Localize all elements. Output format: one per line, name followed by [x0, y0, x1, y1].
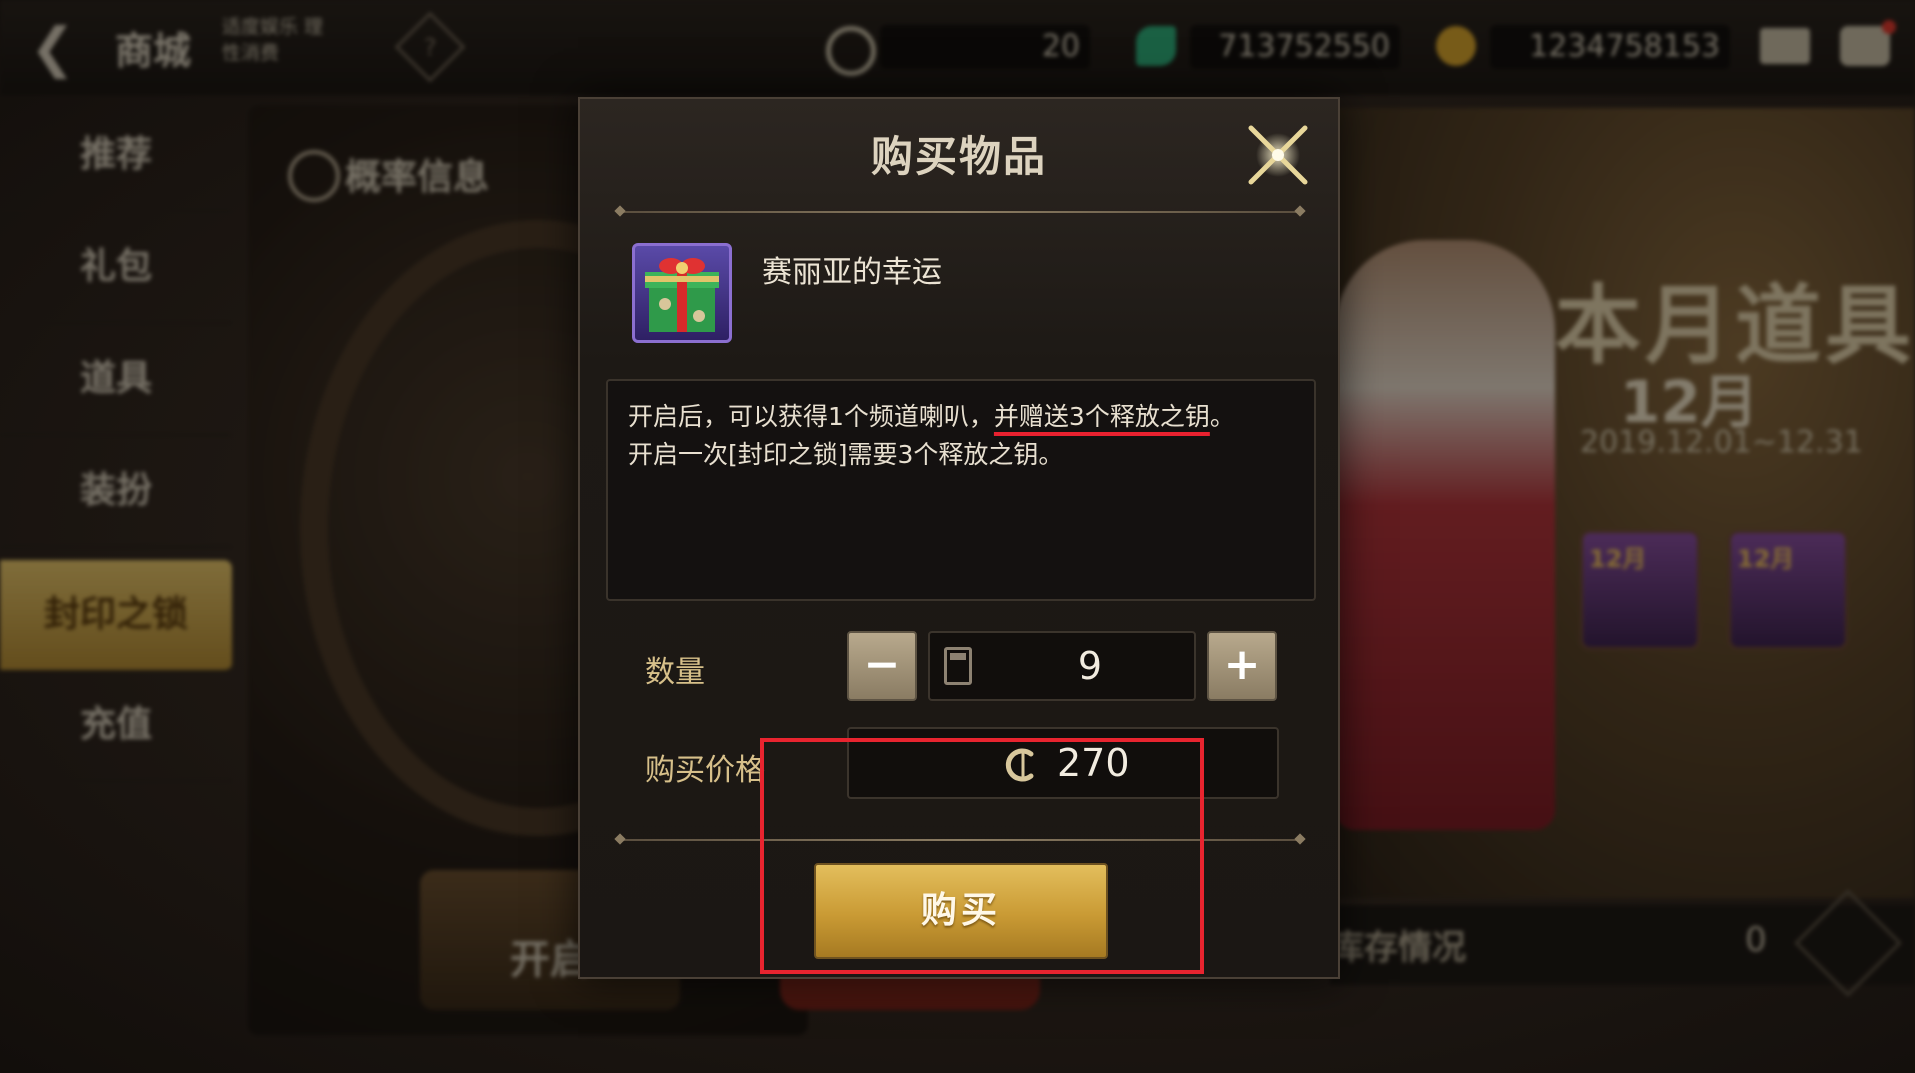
- description-highlight: 并赠送3个释放之钥: [993, 402, 1210, 431]
- category-sidebar: 推荐 礼包 道具 装扮 封印之锁 充值: [0, 100, 232, 800]
- quantity-input[interactable]: 9: [928, 631, 1196, 701]
- currency-gem: 713752550: [1190, 25, 1400, 69]
- close-icon: [1248, 125, 1308, 185]
- banner-character-image: [1335, 240, 1555, 830]
- buy-button[interactable]: 购买: [814, 863, 1108, 959]
- banner-item-1[interactable]: 12月: [1580, 530, 1700, 650]
- description-line-2: 开启一次[封印之锁]需要3个释放之钥。: [628, 440, 1064, 469]
- chat-icon[interactable]: [1840, 26, 1890, 66]
- quantity-label: 数量: [645, 655, 705, 690]
- top-divider: [620, 211, 1300, 213]
- shop-subtitle: 适度娱乐 理性消费: [222, 16, 324, 64]
- notification-dot: [1882, 20, 1896, 34]
- price-label: 购买价格: [645, 753, 765, 788]
- c-coin-icon: [1005, 748, 1034, 782]
- currency-gold-value: 1234758153: [1529, 29, 1720, 64]
- currency-gem-value: 713752550: [1218, 29, 1390, 64]
- description-line-1: 开启后，可以获得1个频道喇叭，并赠送3个释放之钥。: [628, 397, 1235, 433]
- decrease-quantity-button[interactable]: −: [847, 631, 917, 701]
- sidebar-item-seal-lock[interactable]: 封印之锁: [0, 560, 232, 672]
- item-name: 赛丽亚的幸运: [762, 255, 942, 290]
- help-icon[interactable]: ?: [394, 11, 466, 83]
- stock-count: 0: [1745, 920, 1767, 960]
- gift-box-icon: [632, 243, 732, 343]
- close-button[interactable]: [1240, 117, 1316, 193]
- banner-item-2[interactable]: 12月: [1728, 530, 1848, 650]
- bottom-divider: [620, 839, 1300, 841]
- c-coin-icon: [826, 26, 876, 76]
- gold-coin-icon: [1436, 26, 1476, 66]
- increase-quantity-button[interactable]: +: [1207, 631, 1277, 701]
- screen: ❮ 商城 适度娱乐 理性消费 ? 20 713752550 1234758153…: [0, 0, 1915, 1073]
- purchase-dialog: 购买物品 赛丽亚的幸运 开启后，可以获得1个频道喇叭，并赠送3个释放之钥。 开启…: [578, 97, 1340, 979]
- currency-gold: 1234758153: [1490, 25, 1730, 69]
- price-value: 270: [1057, 741, 1130, 785]
- sidebar-item-packages[interactable]: 礼包: [0, 212, 232, 324]
- dialog-title: 购买物品: [870, 132, 1047, 181]
- item-description: 开启后，可以获得1个频道喇叭，并赠送3个释放之钥。 开启一次[封印之锁]需要3个…: [606, 379, 1316, 601]
- probability-icon[interactable]: [288, 150, 340, 202]
- top-bar: ❮ 商城 适度娱乐 理性消费 ? 20 713752550 1234758153: [0, 0, 1915, 95]
- calculator-icon[interactable]: [944, 647, 972, 685]
- shop-title: 商城: [115, 29, 192, 73]
- sidebar-item-recommend[interactable]: 推荐: [0, 100, 232, 212]
- stock-label: 库存情况: [1330, 928, 1466, 968]
- quantity-value: 9: [1077, 644, 1103, 688]
- description-line-1-suffix: 。: [1209, 402, 1235, 431]
- back-arrow-icon[interactable]: ❮: [30, 18, 90, 78]
- currency-c-coin: 20: [880, 25, 1090, 69]
- sidebar-item-items[interactable]: 道具: [0, 324, 232, 436]
- banner-date: 2019.12.01~12.31: [1580, 425, 1863, 460]
- green-gem-icon: [1136, 26, 1176, 66]
- probability-info-label[interactable]: 概率信息: [345, 148, 489, 200]
- sidebar-item-recharge[interactable]: 充值: [0, 670, 232, 782]
- currency-c-coin-value: 20: [1041, 29, 1080, 64]
- description-line-1-prefix: 开启后，可以获得1个频道喇叭，: [628, 402, 994, 431]
- price-display: 270: [847, 727, 1279, 799]
- sidebar-item-costume[interactable]: 装扮: [0, 436, 232, 548]
- mail-icon[interactable]: [1760, 28, 1810, 64]
